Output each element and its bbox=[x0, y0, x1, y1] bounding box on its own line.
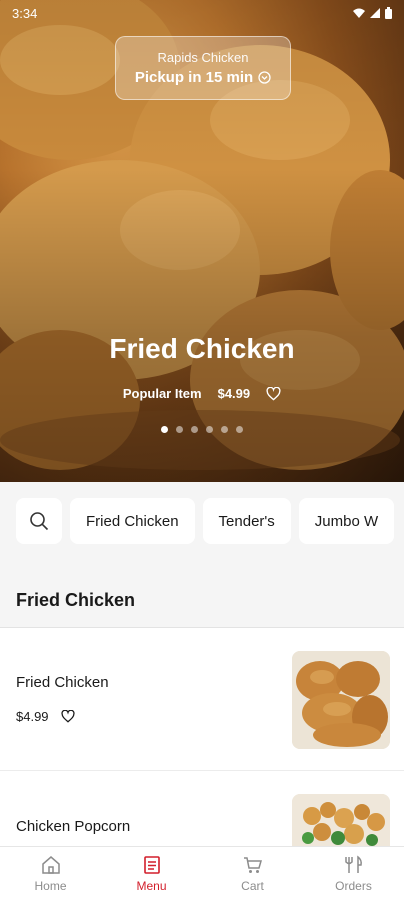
carousel-dot[interactable] bbox=[236, 426, 243, 433]
nav-orders-label: Orders bbox=[335, 878, 372, 893]
heart-icon[interactable] bbox=[266, 386, 281, 401]
carousel-dot[interactable] bbox=[176, 426, 183, 433]
nav-home-label: Home bbox=[34, 878, 67, 893]
bottom-nav: Home Menu Cart Orders bbox=[0, 846, 404, 900]
section-title: Fried Chicken bbox=[0, 590, 404, 628]
pickup-time-label: Pickup in 15 min bbox=[134, 69, 254, 86]
category-chip-tenders[interactable]: Tender's bbox=[202, 498, 291, 544]
hero-banner[interactable]: 3:34 Rapids Chicken Pickup in 15 min Fri… bbox=[0, 0, 404, 482]
utensils-icon bbox=[344, 854, 362, 873]
chicken-popcorn-thumbnail bbox=[292, 794, 390, 846]
status-bar: 3:34 bbox=[0, 0, 404, 26]
carousel-dot[interactable] bbox=[221, 426, 228, 433]
nav-menu-label: Menu bbox=[136, 878, 167, 893]
nav-cart[interactable]: Cart bbox=[202, 847, 303, 900]
chicken-popcorn-image bbox=[292, 794, 390, 846]
category-bar: Fried Chicken Tender's Jumbo W bbox=[0, 482, 404, 560]
nav-cart-label: Cart bbox=[241, 878, 264, 893]
search-icon bbox=[30, 512, 49, 531]
category-chip-jumbo[interactable]: Jumbo W bbox=[298, 498, 395, 544]
menu-icon bbox=[143, 855, 160, 874]
status-icons bbox=[353, 7, 392, 19]
item-name: Chicken Popcorn bbox=[16, 818, 131, 835]
search-button[interactable] bbox=[16, 498, 62, 544]
carousel-dot[interactable] bbox=[161, 426, 168, 433]
pickup-time: Pickup in 15 min bbox=[135, 69, 271, 86]
nav-orders[interactable]: Orders bbox=[303, 847, 404, 900]
fried-chicken-image bbox=[292, 651, 390, 749]
nav-menu[interactable]: Menu bbox=[101, 847, 202, 900]
pickup-selector[interactable]: Rapids Chicken Pickup in 15 min bbox=[115, 36, 291, 100]
battery-icon bbox=[385, 7, 392, 19]
signal-icon bbox=[370, 8, 380, 18]
heart-icon[interactable] bbox=[60, 710, 75, 723]
home-icon bbox=[41, 855, 60, 874]
hero-title: Fried Chicken bbox=[109, 333, 295, 364]
store-name: Rapids Chicken bbox=[157, 50, 249, 65]
status-time: 3:34 bbox=[12, 5, 38, 21]
cart-icon bbox=[243, 856, 262, 873]
menu-item-fried-chicken[interactable]: Fried Chicken $4.99 bbox=[0, 629, 404, 771]
category-chip-fried-chicken[interactable]: Fried Chicken bbox=[70, 498, 195, 544]
section-spacer bbox=[0, 560, 404, 590]
category-row: Fried Chicken Tender's Jumbo W bbox=[16, 498, 395, 544]
hero-meta: Popular Item $4.99 bbox=[0, 386, 404, 401]
item-price: $4.99 bbox=[16, 709, 49, 724]
fried-chicken-thumbnail bbox=[292, 651, 390, 749]
carousel-dot[interactable] bbox=[191, 426, 198, 433]
hero-price: $4.99 bbox=[217, 386, 251, 401]
wifi-icon bbox=[353, 8, 365, 18]
chevron-down-circle-icon bbox=[258, 71, 271, 84]
popular-tag: Popular Item bbox=[122, 386, 202, 401]
carousel-dot[interactable] bbox=[206, 426, 213, 433]
carousel-dots bbox=[0, 426, 404, 433]
menu-item-chicken-popcorn[interactable]: Chicken Popcorn bbox=[0, 772, 404, 846]
nav-home[interactable]: Home bbox=[0, 847, 101, 900]
item-price-row: $4.99 bbox=[16, 709, 75, 724]
item-name: Fried Chicken bbox=[16, 674, 109, 691]
